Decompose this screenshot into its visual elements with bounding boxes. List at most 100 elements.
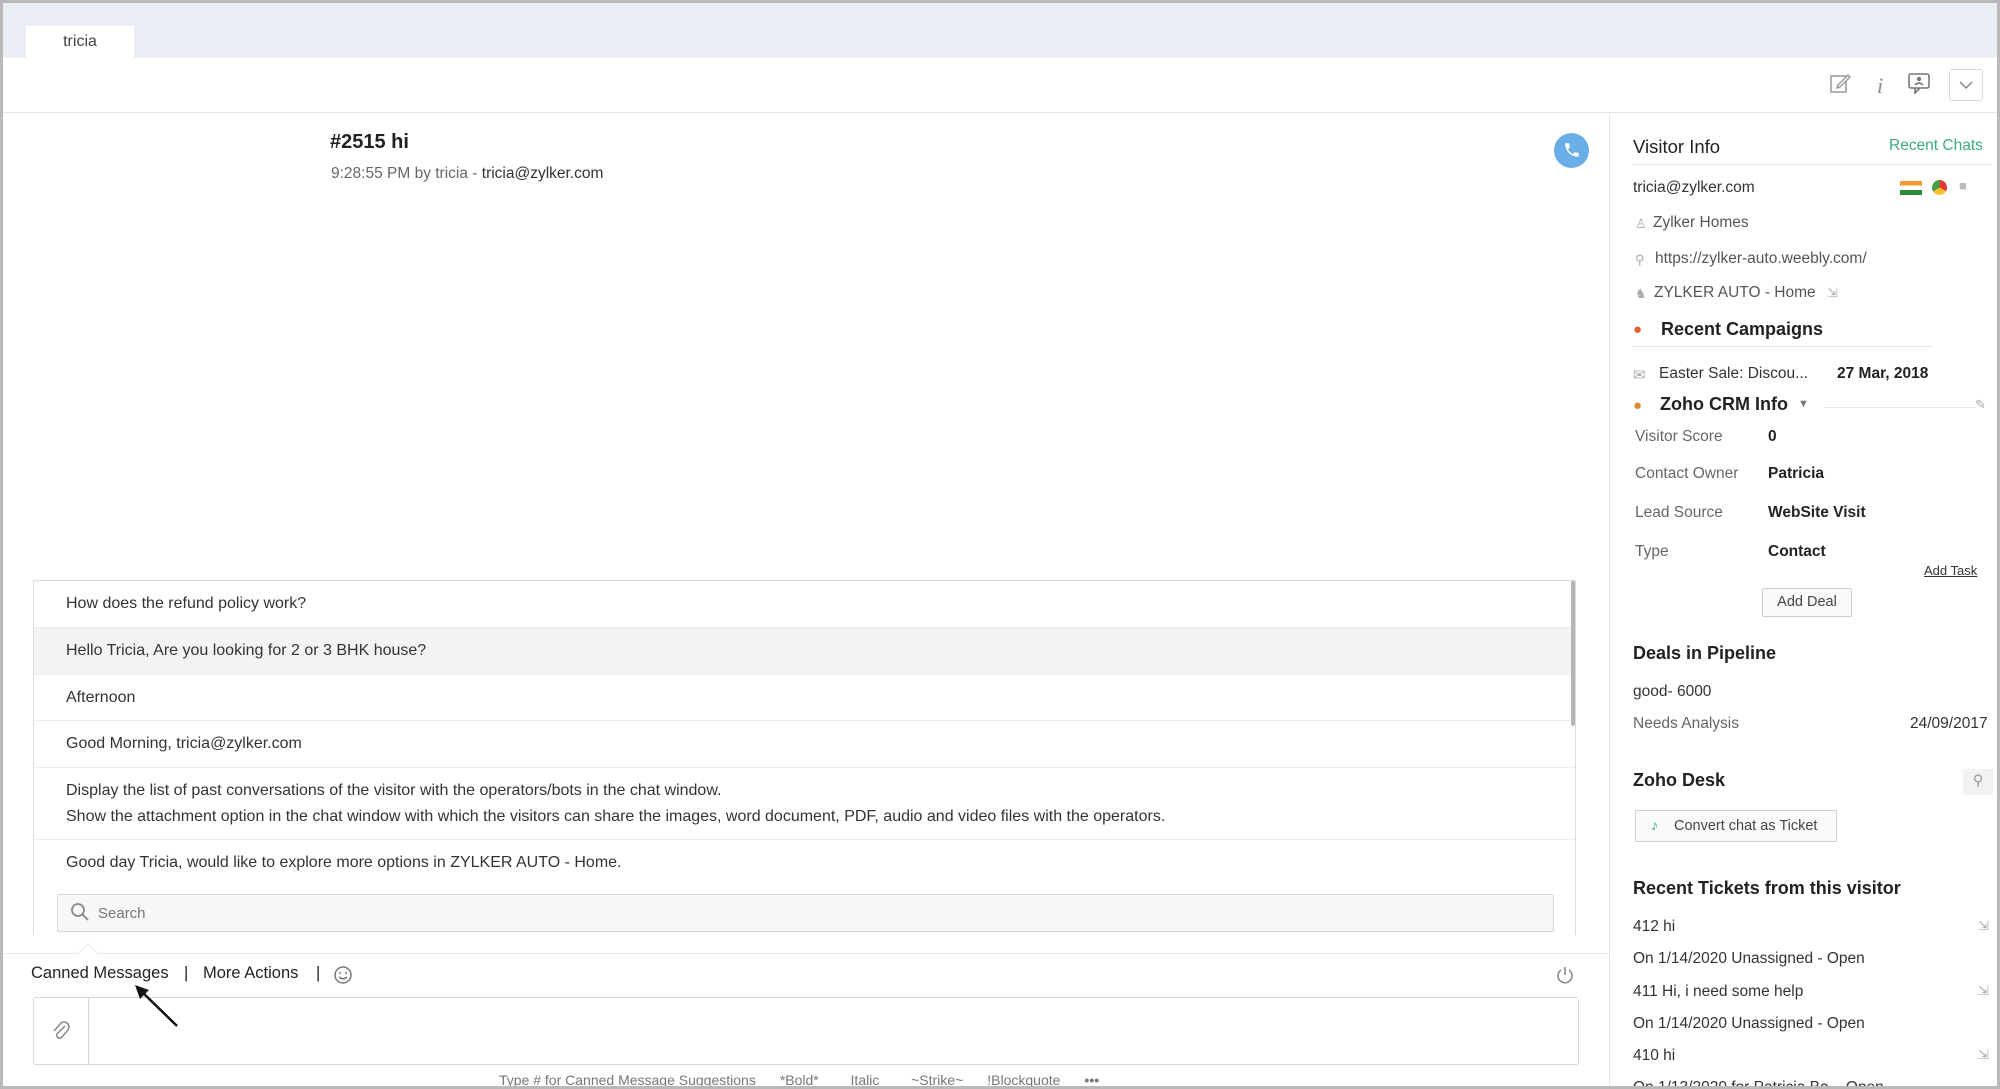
canned-item[interactable]: Afternoon <box>34 675 1575 721</box>
crm-label: Visitor Score <box>1635 428 1723 445</box>
hint-canned: Type # for Canned Message Suggestions <box>499 1072 756 1088</box>
deal-date: 24/09/2017 <box>1910 715 1988 732</box>
recent-chats-link[interactable]: Recent Chats <box>1889 137 1983 155</box>
canned-search-input[interactable] <box>98 895 1538 931</box>
deal-name[interactable]: good- 6000 <box>1633 683 1711 701</box>
crm-value: Contact <box>1768 543 1826 560</box>
app-frame: tricia i #2515 hi 9:28:55 PM by tricia -… <box>0 0 2000 1089</box>
chat-bubble-icon[interactable] <box>1905 72 1933 100</box>
canned-item[interactable]: Good Morning, tricia@zylker.com <box>34 721 1575 768</box>
crm-label: Lead Source <box>1635 504 1723 521</box>
tab-tricia[interactable]: tricia <box>26 26 134 58</box>
crm-label: Contact Owner <box>1635 465 1739 482</box>
ticket-meta: On 1/14/2020 Unassigned - Open <box>1633 1015 1865 1032</box>
page-icon: ♞ <box>1635 286 1647 301</box>
chrome-icon <box>1932 180 1947 195</box>
ticket-title[interactable]: 410 hi <box>1633 1047 1675 1065</box>
org-icon: ♙ <box>1635 216 1647 231</box>
chat-time-by: 9:28:55 PM by tricia - <box>331 165 482 182</box>
desk-search-button[interactable]: ⚲ <box>1963 769 1993 795</box>
canned-item[interactable]: Display the list of past conversations o… <box>34 768 1575 840</box>
open-ticket-icon[interactable]: ⇲ <box>1978 1047 1989 1063</box>
campaign-name[interactable]: Easter Sale: Discou... <box>1659 365 1808 383</box>
visitor-email: tricia@zylker.com <box>1633 179 1755 196</box>
crm-value: Patricia <box>1768 465 1825 482</box>
visitor-info-title: Visitor Info <box>1633 136 1721 157</box>
deals-title: Deals in Pipeline <box>1633 643 1777 663</box>
convert-ticket-button[interactable]: ♪ Convert chat as Ticket <box>1635 810 1837 842</box>
crm-icon: ● <box>1633 397 1643 414</box>
crm-label: Type <box>1635 543 1669 560</box>
annotation-arrow <box>135 985 178 1027</box>
add-deal-button[interactable]: Add Deal <box>1762 588 1852 617</box>
link-icon: ⚲ <box>1635 252 1645 267</box>
recent-campaigns-title: Recent Campaigns <box>1661 319 1824 339</box>
visitor-page: ZYLKER AUTO - Home <box>1654 284 1816 301</box>
crm-info-title[interactable]: Zoho CRM Info <box>1660 394 1788 415</box>
ticket-title[interactable]: 411 Hi, i need some help <box>1633 983 1803 1001</box>
canned-item[interactable]: Good day Tricia, would like to explore m… <box>34 840 1575 886</box>
open-ticket-icon[interactable]: ⇲ <box>1978 918 1989 934</box>
deal-stage: Needs Analysis <box>1633 715 1739 732</box>
canned-item[interactable]: How does the refund policy work? <box>34 581 1575 628</box>
external-link-icon[interactable]: ⇲ <box>1827 285 1838 301</box>
ticket-meta: On 1/14/2020 Unassigned - Open <box>1633 950 1865 967</box>
search-icon <box>71 903 89 921</box>
campaign-icon: ● <box>1633 321 1643 338</box>
info-icon[interactable]: i <box>1866 72 1894 100</box>
more-actions-button[interactable]: More Actions <box>203 964 298 983</box>
recent-tickets-title: Recent Tickets from this visitor <box>1633 878 1901 898</box>
ticket-meta: On 1/13/2020 for Patricia Bo... Open <box>1633 1079 1884 1089</box>
caret-down-icon[interactable]: ▼ <box>1798 398 1809 410</box>
ticket-icon: ♪ <box>1651 818 1659 834</box>
chevron-down-icon <box>1959 81 1973 90</box>
composer-actions: Canned Messages | More Actions | <box>3 943 1609 993</box>
popup-scrollbar[interactable] <box>1571 581 1575 726</box>
toolbar-dropdown[interactable] <box>1949 69 1983 101</box>
tab-bar: tricia <box>3 3 1997 58</box>
add-task-link[interactable]: Add Task <box>1924 563 1977 578</box>
visitor-company: Zylker Homes <box>1653 214 1749 231</box>
phone-icon <box>1564 143 1579 157</box>
chat-title: #2515 hi <box>330 131 409 153</box>
apple-icon: ■ <box>1959 178 1967 193</box>
formatting-hints: Type # for Canned Message Suggestions *Bo… <box>499 1072 1123 1088</box>
canned-messages-popup: How does the refund policy work? Hello T… <box>33 580 1576 935</box>
visitor-url[interactable]: https://zylker-auto.weebly.com/ <box>1655 250 1867 268</box>
divider: | <box>316 964 321 982</box>
attach-button[interactable] <box>34 998 89 1064</box>
hint-strike: ~Strike~ <box>911 1072 964 1088</box>
divider <box>1633 346 1933 347</box>
chat-toolbar: i <box>3 58 1997 113</box>
canned-search <box>57 894 1554 932</box>
popup-pointer <box>78 943 98 963</box>
divider <box>1633 164 1991 165</box>
divider: | <box>184 964 189 982</box>
mail-icon: ✉ <box>1633 367 1646 384</box>
emoji-icon[interactable] <box>333 965 353 985</box>
campaign-date: 27 Mar, 2018 <box>1837 365 1929 382</box>
chat-meta: 9:28:55 PM by tricia - tricia@zylker.com <box>331 165 603 183</box>
india-flag-icon <box>1900 181 1922 195</box>
hint-more[interactable]: ••• <box>1084 1072 1099 1086</box>
canned-messages-button[interactable]: Canned Messages <box>31 964 169 983</box>
paperclip-icon <box>53 1021 70 1040</box>
divider <box>1825 407 1975 408</box>
zoho-desk-title: Zoho Desk <box>1633 770 1726 790</box>
call-button[interactable] <box>1554 133 1589 168</box>
hint-blockquote: !Blockquote <box>987 1072 1061 1088</box>
ticket-title[interactable]: 412 hi <box>1633 918 1675 936</box>
edit-icon[interactable]: ✎ <box>1975 397 1986 413</box>
message-composer[interactable] <box>33 997 1579 1065</box>
crm-value: 0 <box>1768 428 1777 445</box>
canned-item[interactable]: Hello Tricia, Are you looking for 2 or 3… <box>34 628 1575 675</box>
convert-ticket-label: Convert chat as Ticket <box>1674 818 1818 834</box>
chat-main: #2515 hi 9:28:55 PM by tricia - tricia@z… <box>3 114 1610 1088</box>
hint-italic: _Italic_ <box>842 1072 888 1088</box>
edit-icon[interactable] <box>1826 72 1854 100</box>
open-ticket-icon[interactable]: ⇲ <box>1978 983 1989 999</box>
hint-bold: *Bold* <box>779 1072 819 1088</box>
crm-value: WebSite Visit <box>1768 504 1866 521</box>
end-chat-icon[interactable] <box>1555 965 1575 985</box>
chat-email: tricia@zylker.com <box>481 165 604 182</box>
